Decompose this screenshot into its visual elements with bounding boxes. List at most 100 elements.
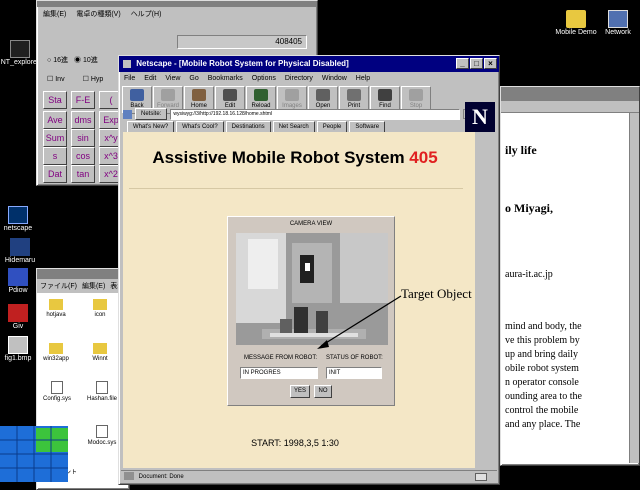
menu-window[interactable]: Window — [322, 72, 347, 86]
calculator-menu: 編集(E) 電卓の種類(V) ヘルプ(H) — [37, 7, 317, 21]
print-icon — [347, 89, 361, 101]
calc-button-dat[interactable]: Dat — [43, 165, 67, 183]
start-time: START: 1998,3,5 1:30 — [251, 438, 339, 448]
document-text-line: ve this problem by — [505, 335, 580, 346]
explorer-item[interactable]: Modoc.sys — [87, 425, 117, 446]
menu-help[interactable]: Help — [356, 72, 370, 86]
calc-button-s[interactable]: s — [43, 147, 67, 165]
calculator-icon — [10, 40, 30, 58]
menu-go[interactable]: Go — [189, 72, 198, 86]
page-heading-number: 405 — [409, 148, 438, 167]
radio-hex[interactable]: ○ 16進 — [47, 55, 68, 65]
yes-button[interactable]: YES — [290, 385, 310, 398]
tiled-window-thumbnail[interactable] — [0, 426, 68, 482]
location-bar: Netsite: wysiwyg://3/http://192.18.16.12… — [123, 108, 473, 120]
folder-icon — [93, 343, 107, 354]
document-text-line: up and bring daily — [505, 349, 579, 360]
calc-button-dms[interactable]: dms — [71, 111, 95, 129]
calc-menu-item[interactable]: 電卓の種類(V) — [76, 9, 120, 19]
no-button[interactable]: NO — [314, 385, 332, 398]
status-text: Document: Done — [138, 474, 184, 480]
settings-file-icon — [51, 381, 63, 394]
app-icon — [8, 268, 28, 286]
document-text-line: ounding area to the — [505, 391, 582, 402]
document-ruler — [501, 101, 639, 113]
calculator-titlebar[interactable] — [37, 1, 317, 7]
document-text-line: mind and body, the — [505, 321, 582, 332]
explorer-menu-item[interactable]: ファイル(F) — [40, 281, 77, 291]
settings-file-icon — [96, 381, 108, 394]
document-titlebar[interactable] — [501, 87, 639, 101]
radio-dec-label: 10進 — [82, 57, 98, 64]
find-icon — [378, 89, 392, 101]
calc-button-sin[interactable]: sin — [71, 129, 95, 147]
explorer-item[interactable]: Config.sys — [43, 381, 71, 402]
menu-file[interactable]: File — [124, 72, 135, 86]
explorer-item[interactable]: hotjava — [45, 299, 67, 318]
netscape-window: Netscape - [Mobile Robot System for Phys… — [118, 55, 500, 485]
menu-bookmarks[interactable]: Bookmarks — [208, 72, 243, 86]
explorer-item[interactable]: icon — [89, 299, 111, 318]
calc-button-fe[interactable]: F-E — [71, 91, 95, 109]
status-field[interactable]: INIT — [326, 367, 382, 379]
calc-button-cos[interactable]: cos — [71, 147, 95, 165]
stop-icon — [409, 89, 423, 101]
location-input[interactable]: wysiwyg://3/http://192.18.16.128/home.sh… — [170, 108, 461, 120]
calc-button-sta[interactable]: Sta — [43, 91, 67, 109]
forward-icon — [161, 89, 175, 101]
desktop-icon-network[interactable]: Network — [590, 10, 640, 37]
document-text-line: obile robot system — [505, 363, 579, 374]
explorer-item[interactable]: Winnt — [89, 343, 111, 362]
calc-radix-group: ○ 16進 ◉ 10進 — [47, 55, 98, 65]
document-text-line: o Miyagi, — [505, 201, 553, 215]
explorer-item[interactable]: Hashan.file — [85, 381, 119, 402]
folder-icon — [93, 299, 107, 310]
calc-button-ave[interactable]: Ave — [43, 111, 67, 129]
settings-file-icon — [96, 425, 108, 438]
message-field[interactable]: IN PROGRES — [240, 367, 318, 379]
check-hyp[interactable]: ☐ Hyp — [83, 75, 104, 83]
image-icon — [8, 336, 28, 354]
netscape-icon — [123, 59, 131, 68]
location-label: Netsite: — [135, 108, 168, 120]
check-inv-label: Inv — [55, 76, 65, 83]
netscape-logo: N — [465, 102, 495, 132]
explorer-item-label: Modoc.sys — [87, 440, 117, 446]
bookmark-icon[interactable] — [123, 109, 132, 119]
menu-directory[interactable]: Directory — [285, 72, 313, 86]
desktop-icon-netscape[interactable]: netscape — [0, 206, 46, 233]
reload-icon — [254, 89, 268, 101]
desktop-icon-label: fig1.bmp — [4, 355, 32, 362]
window-title: Netscape - [Mobile Robot System for Phys… — [136, 59, 349, 68]
explorer-item[interactable]: win32app — [43, 343, 69, 362]
calc-button-sum[interactable]: Sum — [43, 129, 67, 147]
calc-menu-item[interactable]: 編集(E) — [43, 9, 66, 19]
desktop-icon-label: Pdiow — [8, 287, 28, 294]
calc-menu-item[interactable]: ヘルプ(H) — [131, 9, 162, 19]
document-text-line: ily life — [505, 143, 537, 157]
calc-check-group: ☐ Inv ☐ Hyp — [47, 75, 103, 83]
heading-divider — [129, 188, 463, 189]
menu-edit[interactable]: Edit — [144, 72, 156, 86]
grid-graphic — [0, 426, 68, 482]
page-heading-text: Assistive Mobile Robot System — [152, 148, 405, 167]
edit-icon — [223, 89, 237, 101]
document-scrollbar[interactable] — [629, 113, 639, 463]
menu-view[interactable]: View — [165, 72, 180, 86]
radio-dec[interactable]: ◉ 10進 — [74, 55, 98, 65]
calc-button-tan[interactable]: tan — [71, 165, 95, 183]
desktop-icon-hidemaru[interactable]: Hidemaru — [0, 238, 48, 265]
content-scrollbar[interactable] — [475, 132, 485, 468]
folder-icon — [49, 343, 63, 354]
check-inv[interactable]: ☐ Inv — [47, 75, 65, 83]
maximize-button[interactable]: □ — [470, 58, 483, 69]
desktop-icon-label: Network — [605, 29, 631, 36]
minimize-button[interactable]: _ — [456, 58, 469, 69]
netscape-titlebar[interactable]: Netscape - [Mobile Robot System for Phys… — [119, 56, 499, 72]
close-button[interactable]: × — [484, 58, 497, 69]
explorer-titlebar[interactable] — [37, 269, 129, 279]
menu-options[interactable]: Options — [252, 72, 276, 86]
mail-icon[interactable] — [475, 473, 487, 481]
explorer-item-label: icon — [94, 312, 106, 318]
explorer-menu-item[interactable]: 編集(E) — [82, 281, 105, 291]
